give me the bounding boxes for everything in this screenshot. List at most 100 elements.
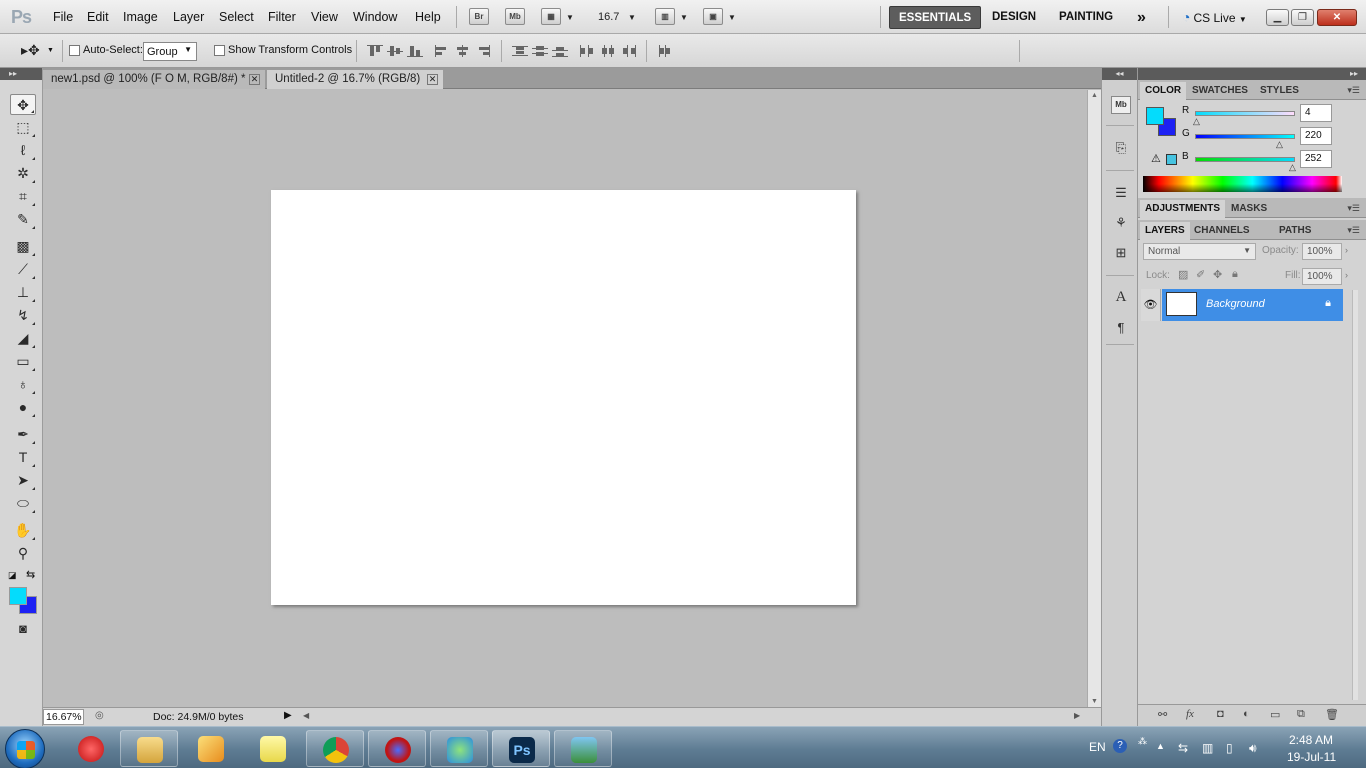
tab-styles[interactable]: STYLES [1255,82,1304,100]
distribute-vertical-center-icon[interactable] [532,45,548,57]
menu-filter[interactable]: Filter [268,10,296,24]
align-left-icon[interactable] [434,45,450,57]
show-hidden-icons-icon[interactable]: ▲ [1156,741,1165,751]
start-button[interactable] [5,729,45,768]
layers-scrollbar[interactable] [1352,290,1358,700]
minimize-button[interactable]: ▁ [1266,9,1289,26]
blue-value-field[interactable]: 252 [1300,150,1332,168]
clone-source-icon[interactable]: ⊞ [1111,243,1131,263]
gamut-warning-icon[interactable]: ⚠ [1151,152,1161,165]
network-icon[interactable]: ▥ [1202,741,1213,755]
hand-tool-icon[interactable]: ✋ [10,520,36,541]
move-tool-icon[interactable]: ✥ [10,94,36,115]
panel-menu-icon[interactable]: ▾☰ [1347,225,1360,236]
ellipse-tool-icon[interactable]: ⬭ [10,493,36,514]
layer-visibility-eye-icon[interactable]: 👁︎ [1141,289,1161,321]
tab-layers[interactable]: LAYERS [1140,222,1190,240]
taskbar-chrome[interactable] [306,730,364,767]
distribute-bottom-icon[interactable] [552,45,568,57]
swap-colors-icon[interactable]: ⇆ [26,568,35,581]
link-layers-icon[interactable]: ⚯ [1158,708,1167,721]
taskbar-app-3[interactable] [182,730,240,767]
red-value-field[interactable]: 4 [1300,104,1332,122]
document-tab-untitled-2[interactable]: Untitled-2 @ 16.7% (RGB/8) ✕ [267,70,443,89]
red-slider-thumb[interactable]: △ [1193,116,1200,127]
language-indicator[interactable]: EN [1089,740,1106,754]
menu-file[interactable]: File [53,10,73,24]
zoom-tool-icon[interactable]: ⚲ [10,543,36,564]
fill-field[interactable]: 100% [1302,268,1342,285]
vertical-scrollbar[interactable]: ▲ ▼ [1087,90,1101,707]
align-vertical-center-icon[interactable] [387,45,403,57]
workspace-painting-button[interactable]: PAINTING [1050,6,1122,29]
lock-all-icon[interactable]: 🔒︎ [1232,268,1238,281]
auto-select-checkbox[interactable] [69,45,80,56]
new-group-icon[interactable]: ▭ [1270,708,1280,721]
lock-transparency-icon[interactable]: ▨ [1178,268,1188,281]
zoom-level-field[interactable]: 16.7 [598,11,619,23]
lock-position-icon[interactable]: ✥ [1213,268,1222,281]
ime-icon[interactable]: ⁂ [1138,736,1147,747]
scroll-right-icon[interactable]: ▶ [1074,711,1080,720]
new-layer-icon[interactable]: ⧉ [1297,708,1305,721]
clock-time[interactable]: 2:48 AM [1289,733,1333,747]
view-extras-button[interactable]: ▦ [541,8,561,25]
red-track[interactable] [1195,111,1295,116]
menu-select[interactable]: Select [219,10,254,24]
sync-icon[interactable]: ⇆ [1178,741,1188,755]
clone-stamp-tool-icon[interactable]: ⊥ [10,282,36,303]
add-mask-icon[interactable]: ◘ [1217,708,1224,720]
tab-color[interactable]: COLOR [1140,82,1187,100]
scroll-down-icon[interactable]: ▼ [1091,698,1098,705]
show-transform-checkbox[interactable] [214,45,225,56]
brush-presets-icon[interactable]: ⚘ [1111,213,1131,233]
help-icon[interactable]: ? [1113,739,1127,753]
blue-slider-thumb[interactable]: △ [1289,162,1296,173]
mini-bridge-icon[interactable]: Mb [1111,96,1131,114]
marquee-tool-icon[interactable]: ⬚ [10,117,36,138]
quick-selection-tool-icon[interactable]: ✲ [10,163,36,184]
menu-view[interactable]: View [311,10,338,24]
green-value-field[interactable]: 220 [1300,127,1332,145]
tab-adjustments[interactable]: ADJUSTMENTS [1140,200,1226,218]
align-horizontal-center-icon[interactable] [455,45,471,57]
menu-help[interactable]: Help [415,10,441,24]
lock-image-icon[interactable]: ✐ [1196,268,1205,281]
status-menu-arrow-icon[interactable]: ▶ [284,710,292,721]
layer-row-background[interactable]: Background 🔒︎ [1162,289,1343,321]
scroll-up-icon[interactable]: ▲ [1091,92,1098,99]
tab-masks[interactable]: MASKS [1226,200,1272,218]
taskbar-app-1[interactable] [62,730,120,767]
dodge-tool-icon[interactable]: ● [10,397,36,418]
distribute-left-icon[interactable] [579,45,595,57]
clock-date[interactable]: 19-Jul-11 [1287,750,1336,764]
close-tab-icon[interactable]: ✕ [249,74,260,85]
align-right-icon[interactable] [476,45,492,57]
workspace-design-button[interactable]: DESIGN [983,6,1045,29]
blue-track[interactable] [1195,157,1295,162]
chevron-down-icon[interactable]: ▼ [728,13,736,22]
blur-tool-icon[interactable]: ♁ [10,374,36,395]
collapse-dock-icon[interactable]: ◂◂ [1102,68,1137,80]
eraser-tool-icon[interactable]: ◢ [10,328,36,349]
chevron-down-icon[interactable]: ▼ [566,13,574,22]
canvas-area[interactable] [43,90,1087,707]
cs-live-menu[interactable]: ◔ CS Live ▼ [1182,9,1247,25]
healing-brush-tool-icon[interactable]: ▩ [10,236,36,257]
history-brush-tool-icon[interactable]: ↯ [10,305,36,326]
taskbar-messenger[interactable] [430,730,488,767]
collapse-tools-icon[interactable]: ▸▸ [0,68,42,80]
opacity-field[interactable]: 100% [1302,243,1342,260]
screen-mode-button[interactable]: ▣ [703,8,723,25]
layer-style-icon[interactable]: fx [1186,708,1194,720]
move-tool-preset-icon[interactable]: ▸✥ [21,42,40,59]
opacity-arrow-icon[interactable]: › [1345,245,1348,255]
tab-paths[interactable]: PATHS [1274,222,1316,240]
pen-tool-icon[interactable]: ✒ [10,424,36,445]
panel-menu-icon[interactable]: ▾☰ [1347,85,1360,96]
distribute-horizontal-center-icon[interactable] [600,45,616,57]
paragraph-panel-icon[interactable]: ¶ [1111,318,1131,338]
close-button[interactable]: ✕ [1317,9,1357,26]
workspace-essentials-button[interactable]: ESSENTIALS [889,6,982,29]
gamut-color-swatch[interactable] [1166,154,1177,165]
